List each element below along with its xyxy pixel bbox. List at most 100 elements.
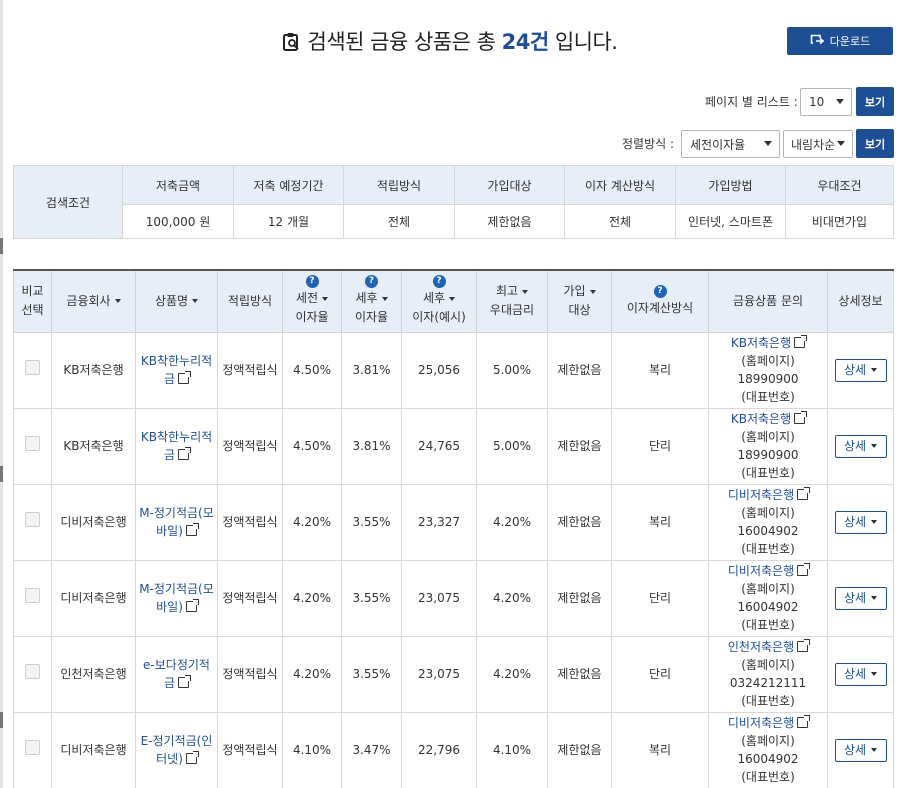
product-link[interactable]: E-정기적금(인터넷) — [141, 734, 213, 766]
search-conditions-table: 검색조건 저축금액 저축 예정기간 적립방식 가입대상 이자 계산방식 가입방법… — [13, 165, 894, 239]
detail-button[interactable]: 상세 — [834, 434, 887, 458]
download-button[interactable]: 다운로드 — [787, 27, 893, 55]
external-link-icon[interactable] — [178, 371, 192, 384]
page-size-select[interactable]: 10 — [800, 88, 852, 116]
target-cell: 제한없음 — [547, 331, 612, 409]
inquiry-cell: KB저축은행 (홈페이지) 18990900 (대표번호) — [708, 331, 828, 409]
product-link[interactable]: M-정기적금(모바일) — [139, 582, 214, 614]
detail-button[interactable]: 상세 — [834, 738, 887, 762]
product-link[interactable]: M-정기적금(모바일) — [139, 506, 214, 538]
inquiry-cell: 디비저축은행 (홈페이지) 16004902 (대표번호) — [708, 711, 828, 788]
question-icon[interactable]: ? — [432, 275, 446, 289]
compare-checkbox[interactable] — [25, 664, 40, 679]
inquiry-home: (홈페이지) — [741, 658, 795, 672]
chevron-down-icon — [837, 141, 845, 146]
condition-value: 제한없음 — [454, 204, 565, 239]
detail-button[interactable]: 상세 — [834, 586, 887, 610]
external-link-icon[interactable] — [178, 447, 192, 460]
inquiry-home: (홈페이지) — [741, 506, 795, 520]
condition-header: 적립방식 — [343, 165, 455, 205]
max-rate-cell: 4.20% — [476, 635, 548, 713]
inquiry-link[interactable]: 인천저축은행 — [728, 640, 794, 654]
col-max-rate[interactable]: 최고 우대금리 — [476, 270, 548, 333]
detail-label: 상세 — [843, 363, 867, 377]
company-cell: 디비저축은행 — [51, 711, 136, 788]
external-link-icon[interactable] — [797, 715, 811, 728]
col-pretax[interactable]: ? 세전 이자율 — [282, 270, 342, 333]
sort-label: 정렬방식 : — [622, 137, 675, 151]
sort-caret-icon — [114, 299, 121, 304]
col-company[interactable]: 금융회사 — [51, 270, 136, 333]
external-link-icon[interactable] — [185, 599, 199, 612]
inquiry-link[interactable]: KB저축은행 — [731, 412, 791, 426]
external-link-icon[interactable] — [794, 411, 808, 424]
compare-checkbox[interactable] — [25, 360, 40, 375]
sort-field-select[interactable]: 세전이자율 — [681, 130, 780, 158]
condition-value: 비대면가입 — [785, 204, 894, 239]
compare-checkbox[interactable] — [25, 512, 40, 527]
calc-cell: 단리 — [611, 635, 709, 713]
detail-button[interactable]: 상세 — [834, 358, 887, 382]
detail-button[interactable]: 상세 — [834, 662, 887, 686]
detail-label: 상세 — [843, 515, 867, 529]
external-link-icon[interactable] — [797, 639, 811, 652]
col-target[interactable]: 가입 대상 — [547, 270, 612, 333]
sort-order-select[interactable]: 내림차순 — [783, 130, 853, 158]
detail-cell: 상세 — [827, 483, 894, 561]
detail-cell: 상세 — [827, 635, 894, 713]
sort-caret-icon — [522, 289, 529, 294]
target-cell: 제한없음 — [547, 559, 612, 637]
interest-cell: 25,056 — [401, 331, 477, 409]
col-product[interactable]: 상품명 — [135, 270, 218, 333]
col-interest-line1: 세후 — [422, 291, 446, 306]
external-link-icon[interactable] — [797, 563, 811, 576]
compare-checkbox[interactable] — [25, 588, 40, 603]
compare-checkbox[interactable] — [25, 436, 40, 451]
condition-header: 우대조건 — [785, 165, 894, 205]
external-link-icon[interactable] — [797, 487, 811, 500]
product-cell: KB착한누리적금 — [135, 331, 218, 409]
external-link-icon[interactable] — [794, 335, 808, 348]
col-max-line1: 최고 — [495, 284, 519, 299]
col-posttax[interactable]: ? 세후 이자율 — [341, 270, 402, 333]
inquiry-phone: 18990900 — [737, 448, 799, 462]
inquiry-cell: 디비저축은행 (홈페이지) 16004902 (대표번호) — [708, 559, 828, 637]
product-link[interactable]: KB착한누리적금 — [141, 354, 212, 386]
inquiry-link[interactable]: KB저축은행 — [731, 336, 791, 350]
page-size-view-button[interactable]: 보기 — [856, 87, 894, 116]
inquiry-link[interactable]: 디비저축은행 — [728, 564, 794, 578]
chevron-down-icon — [871, 520, 878, 524]
condition-value: 100,000 원 — [122, 204, 234, 239]
inquiry-link[interactable]: 디비저축은행 — [728, 716, 794, 730]
product-link[interactable]: KB착한누리적금 — [141, 430, 212, 462]
inquiry-phone: 16004902 — [737, 752, 799, 766]
sort-order-value: 내림차순 — [791, 137, 836, 152]
table-row: 디비저축은행 M-정기적금(모바일) 정액적립식 4.20% 3.55% 23,327 4.… — [13, 483, 894, 561]
pretax-cell: 4.20% — [282, 483, 342, 561]
method-cell: 정액적립식 — [217, 483, 283, 561]
question-icon[interactable]: ? — [653, 284, 667, 298]
question-icon[interactable]: ? — [365, 275, 378, 289]
calc-cell: 단리 — [611, 559, 709, 637]
company-cell: KB저축은행 — [51, 407, 136, 485]
sort-caret-icon — [589, 289, 596, 294]
inquiry-link[interactable]: 디비저축은행 — [728, 488, 794, 502]
interest-cell: 23,075 — [401, 635, 477, 713]
detail-button[interactable]: 상세 — [834, 510, 887, 534]
max-rate-cell: 4.20% — [476, 559, 548, 637]
compare-checkbox[interactable] — [25, 740, 40, 755]
question-icon[interactable]: ? — [305, 275, 319, 289]
external-link-icon[interactable] — [185, 751, 199, 764]
col-interest[interactable]: ? 세후 이자(예시) — [401, 270, 477, 333]
sort-view-button[interactable]: 보기 — [856, 129, 894, 158]
inquiry-phone: 18990900 — [737, 372, 799, 386]
condition-header: 저축 예정기간 — [233, 165, 344, 205]
external-link-icon[interactable] — [185, 523, 199, 536]
external-link-icon[interactable] — [178, 675, 192, 688]
page-size-value: 10 — [809, 95, 825, 109]
compare-cell — [13, 711, 52, 788]
detail-cell: 상세 — [827, 331, 894, 409]
inquiry-rep: (대표번호) — [741, 390, 795, 404]
detail-cell: 상세 — [827, 559, 894, 637]
product-link[interactable]: e-보다정기적금 — [143, 658, 210, 690]
